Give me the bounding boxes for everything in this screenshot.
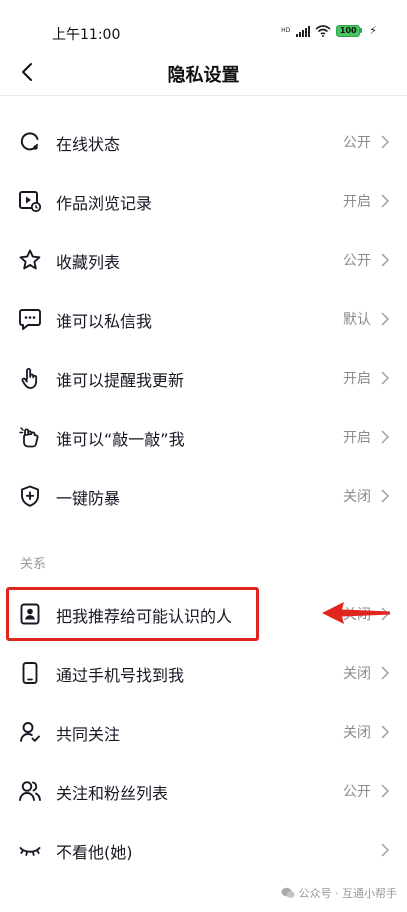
chevron-right-icon xyxy=(381,253,390,267)
battery-icon: 100 xyxy=(336,24,363,37)
setting-who-can-message[interactable]: 谁可以私信我 默认 xyxy=(0,290,407,348)
setting-find-by-phone[interactable]: 通过手机号找到我 关闭 xyxy=(0,644,407,702)
message-icon xyxy=(19,309,41,330)
setting-value: 开启 xyxy=(343,194,371,210)
chevron-right-icon xyxy=(381,725,390,739)
setting-label: 收藏列表 xyxy=(56,253,121,272)
shield-plus-icon xyxy=(21,485,39,507)
setting-label: 在线状态 xyxy=(56,135,121,154)
navigation-bar: 隐私设置 xyxy=(0,50,407,96)
chevron-right-icon xyxy=(381,666,390,680)
section-title-relations: 关系 xyxy=(20,557,47,572)
charging-icon: ⚡ xyxy=(369,24,377,37)
users-icon xyxy=(19,781,41,801)
closed-eye-icon xyxy=(19,847,41,856)
wechat-icon xyxy=(281,887,294,898)
setting-value: 关闭 xyxy=(343,725,371,741)
setting-value: 默认 xyxy=(343,312,371,328)
setting-value: 公开 xyxy=(343,253,371,269)
setting-label: 谁可以提醒我更新 xyxy=(56,371,185,390)
setting-value: 关闭 xyxy=(343,489,371,505)
setting-online-status[interactable]: 在线状态 公开 xyxy=(0,113,407,171)
page-title: 隐私设置 xyxy=(167,65,240,86)
status-icons: HD 100 ⚡ xyxy=(281,24,377,37)
setting-mutual-follows[interactable]: 共同关注 关闭 xyxy=(0,703,407,761)
setting-label: 通过手机号找到我 xyxy=(56,666,185,685)
setting-label: 谁可以私信我 xyxy=(56,312,153,331)
setting-label: 不看他(她) xyxy=(56,843,133,862)
setting-label: 共同关注 xyxy=(56,725,121,744)
watermark: 公众号 · 互通小帮手 xyxy=(281,885,398,901)
highlight-box xyxy=(6,587,259,641)
view-history-icon xyxy=(19,191,42,213)
setting-value: 公开 xyxy=(343,135,371,151)
chevron-right-icon xyxy=(381,784,390,798)
red-arrow-annotation xyxy=(322,602,390,624)
online-status-icon xyxy=(20,132,39,151)
signal-icon xyxy=(296,25,311,37)
watermark-text: 公众号 · 互通小帮手 xyxy=(298,887,398,900)
chevron-right-icon xyxy=(381,371,390,385)
poke-finger-icon xyxy=(21,368,38,389)
setting-value: 关闭 xyxy=(343,666,371,682)
chevron-right-icon xyxy=(381,489,390,503)
setting-hide-from[interactable]: 不看他(她) xyxy=(0,821,407,879)
network-type-label: HD xyxy=(281,26,291,34)
person-check-icon xyxy=(20,722,40,742)
chevron-right-icon xyxy=(381,430,390,444)
setting-label: 作品浏览记录 xyxy=(56,194,153,213)
setting-value: 公开 xyxy=(343,784,371,800)
star-icon xyxy=(19,249,41,270)
status-bar: 上午11:00 HD 100 ⚡ xyxy=(0,0,407,50)
setting-label: 关注和粉丝列表 xyxy=(56,784,169,803)
chevron-right-icon xyxy=(381,312,390,326)
setting-favorites-list[interactable]: 收藏列表 公开 xyxy=(0,231,407,289)
setting-label: 一键防暴 xyxy=(56,489,121,508)
phone-icon xyxy=(22,662,38,684)
setting-view-history[interactable]: 作品浏览记录 开启 xyxy=(0,172,407,230)
chevron-right-icon xyxy=(381,843,390,857)
chevron-right-icon xyxy=(381,135,390,149)
setting-who-can-knock[interactable]: 谁可以“敲一敲”我 开启 xyxy=(0,408,407,466)
setting-follow-fan-list[interactable]: 关注和粉丝列表 公开 xyxy=(0,762,407,820)
setting-value: 开启 xyxy=(343,430,371,446)
wifi-icon xyxy=(315,24,331,37)
status-time: 上午11:00 xyxy=(52,27,121,43)
setting-label: 谁可以“敲一敲”我 xyxy=(56,430,185,449)
setting-one-click-protection[interactable]: 一键防暴 关闭 xyxy=(0,467,407,525)
battery-level: 100 xyxy=(336,24,361,37)
chevron-right-icon xyxy=(381,194,390,208)
knock-hand-icon xyxy=(19,427,39,448)
setting-who-can-remind[interactable]: 谁可以提醒我更新 开启 xyxy=(0,349,407,407)
setting-value: 开启 xyxy=(343,371,371,387)
